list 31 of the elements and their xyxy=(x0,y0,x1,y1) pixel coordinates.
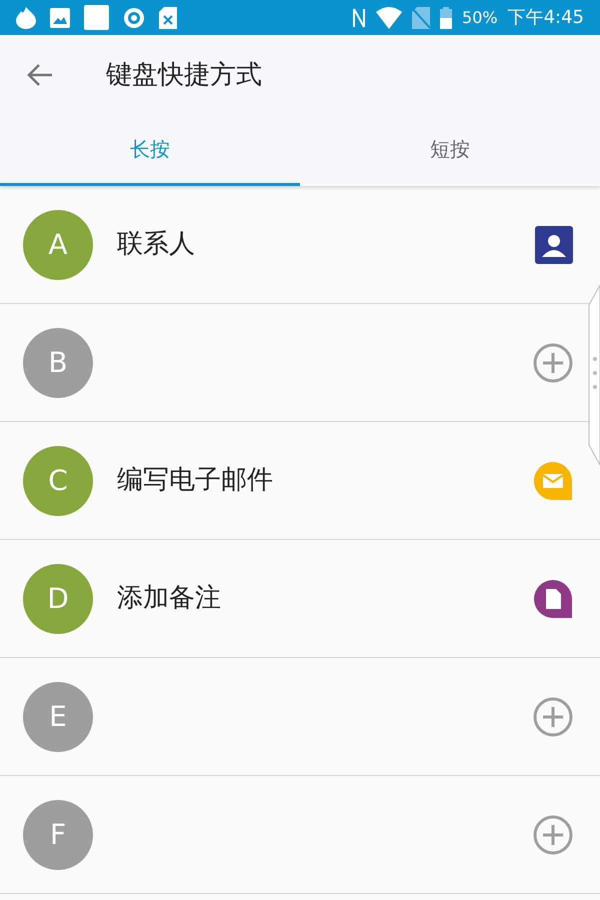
image-icon xyxy=(50,8,70,28)
battery-percent: 50% xyxy=(462,6,498,28)
key-avatar: B xyxy=(23,328,93,398)
nfc-icon xyxy=(352,6,366,28)
shortcut-label: 添加备注 xyxy=(117,582,221,615)
key-avatar: F xyxy=(23,800,93,870)
battery-icon xyxy=(440,6,452,28)
shortcut-label: 联系人 xyxy=(117,228,195,261)
mail-icon xyxy=(533,460,573,500)
key-avatar: A xyxy=(23,210,93,280)
contact-icon xyxy=(535,226,573,264)
key-avatar: D xyxy=(23,564,93,634)
shortcut-label: 编写电子邮件 xyxy=(117,464,273,497)
key-avatar: C xyxy=(23,446,93,516)
sim-card-icon xyxy=(159,6,177,28)
tab[interactable]: 短按 xyxy=(300,115,600,186)
clock: 下午4:45 xyxy=(508,6,584,30)
add-icon[interactable] xyxy=(533,696,573,736)
page-title: 键盘快捷方式 xyxy=(106,58,262,92)
back-icon xyxy=(27,63,53,87)
note-icon xyxy=(533,578,573,618)
key-avatar: E xyxy=(23,682,93,752)
square-icon xyxy=(84,5,109,30)
no-sim-icon xyxy=(412,6,430,28)
tab[interactable]: 长按 xyxy=(0,115,300,186)
wifi-icon xyxy=(376,6,402,28)
edge-handle[interactable] xyxy=(588,285,600,465)
add-icon[interactable] xyxy=(533,342,573,382)
flame-icon xyxy=(16,6,36,28)
add-icon[interactable] xyxy=(533,814,573,854)
aperture-icon xyxy=(123,6,145,28)
